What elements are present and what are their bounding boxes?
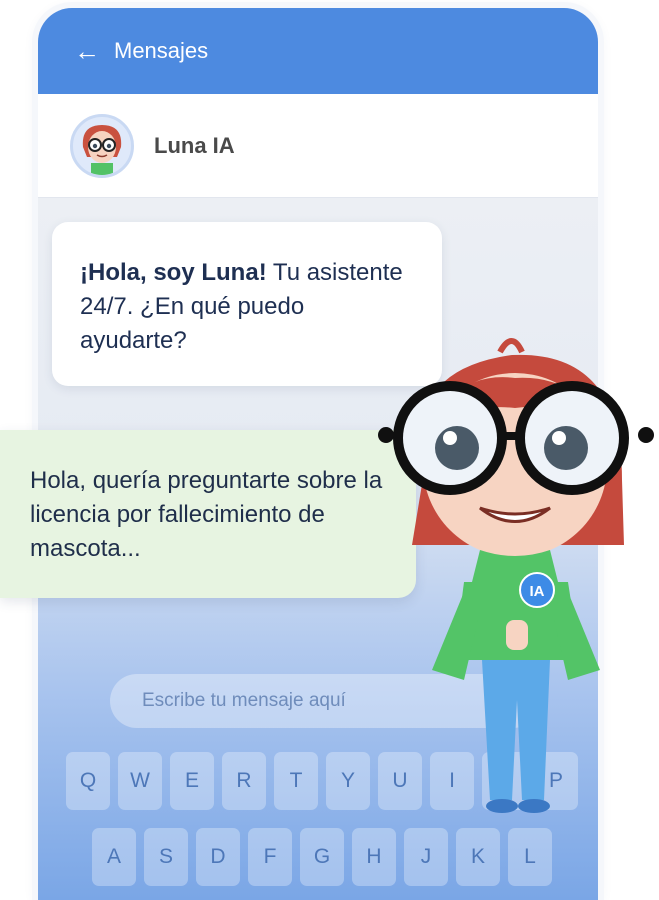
key-f[interactable]: F — [248, 828, 292, 886]
key-j[interactable]: J — [404, 828, 448, 886]
app-bar: ← Mensajes — [38, 8, 598, 94]
key-a[interactable]: A — [92, 828, 136, 886]
bot-message-greeting: ¡Hola, soy Luna! — [80, 259, 267, 286]
contact-header[interactable]: Luna IA — [38, 94, 598, 198]
key-d[interactable]: D — [196, 828, 240, 886]
key-y[interactable]: Y — [326, 752, 370, 810]
key-l[interactable]: L — [508, 828, 552, 886]
luna-avatar-icon — [70, 113, 134, 178]
user-message-text: Hola, quería preguntarte sobre la licenc… — [30, 467, 383, 562]
key-k[interactable]: K — [456, 828, 500, 886]
luna-character-illustration: IA — [378, 338, 654, 813]
arrow-left-icon[interactable]: ← — [74, 38, 100, 64]
key-s[interactable]: S — [144, 828, 188, 886]
key-t[interactable]: T — [274, 752, 318, 810]
key-q[interactable]: Q — [66, 752, 110, 810]
key-g[interactable]: G — [300, 828, 344, 886]
contact-name: Luna IA — [154, 132, 235, 158]
key-w[interactable]: W — [118, 752, 162, 810]
key-h[interactable]: H — [352, 828, 396, 886]
key-r[interactable]: R — [222, 752, 266, 810]
page-title: Mensajes — [114, 38, 209, 63]
user-message-bubble: Hola, quería preguntarte sobre la licenc… — [0, 430, 416, 598]
ia-badge: IA — [530, 583, 545, 600]
key-e[interactable]: E — [170, 752, 214, 810]
